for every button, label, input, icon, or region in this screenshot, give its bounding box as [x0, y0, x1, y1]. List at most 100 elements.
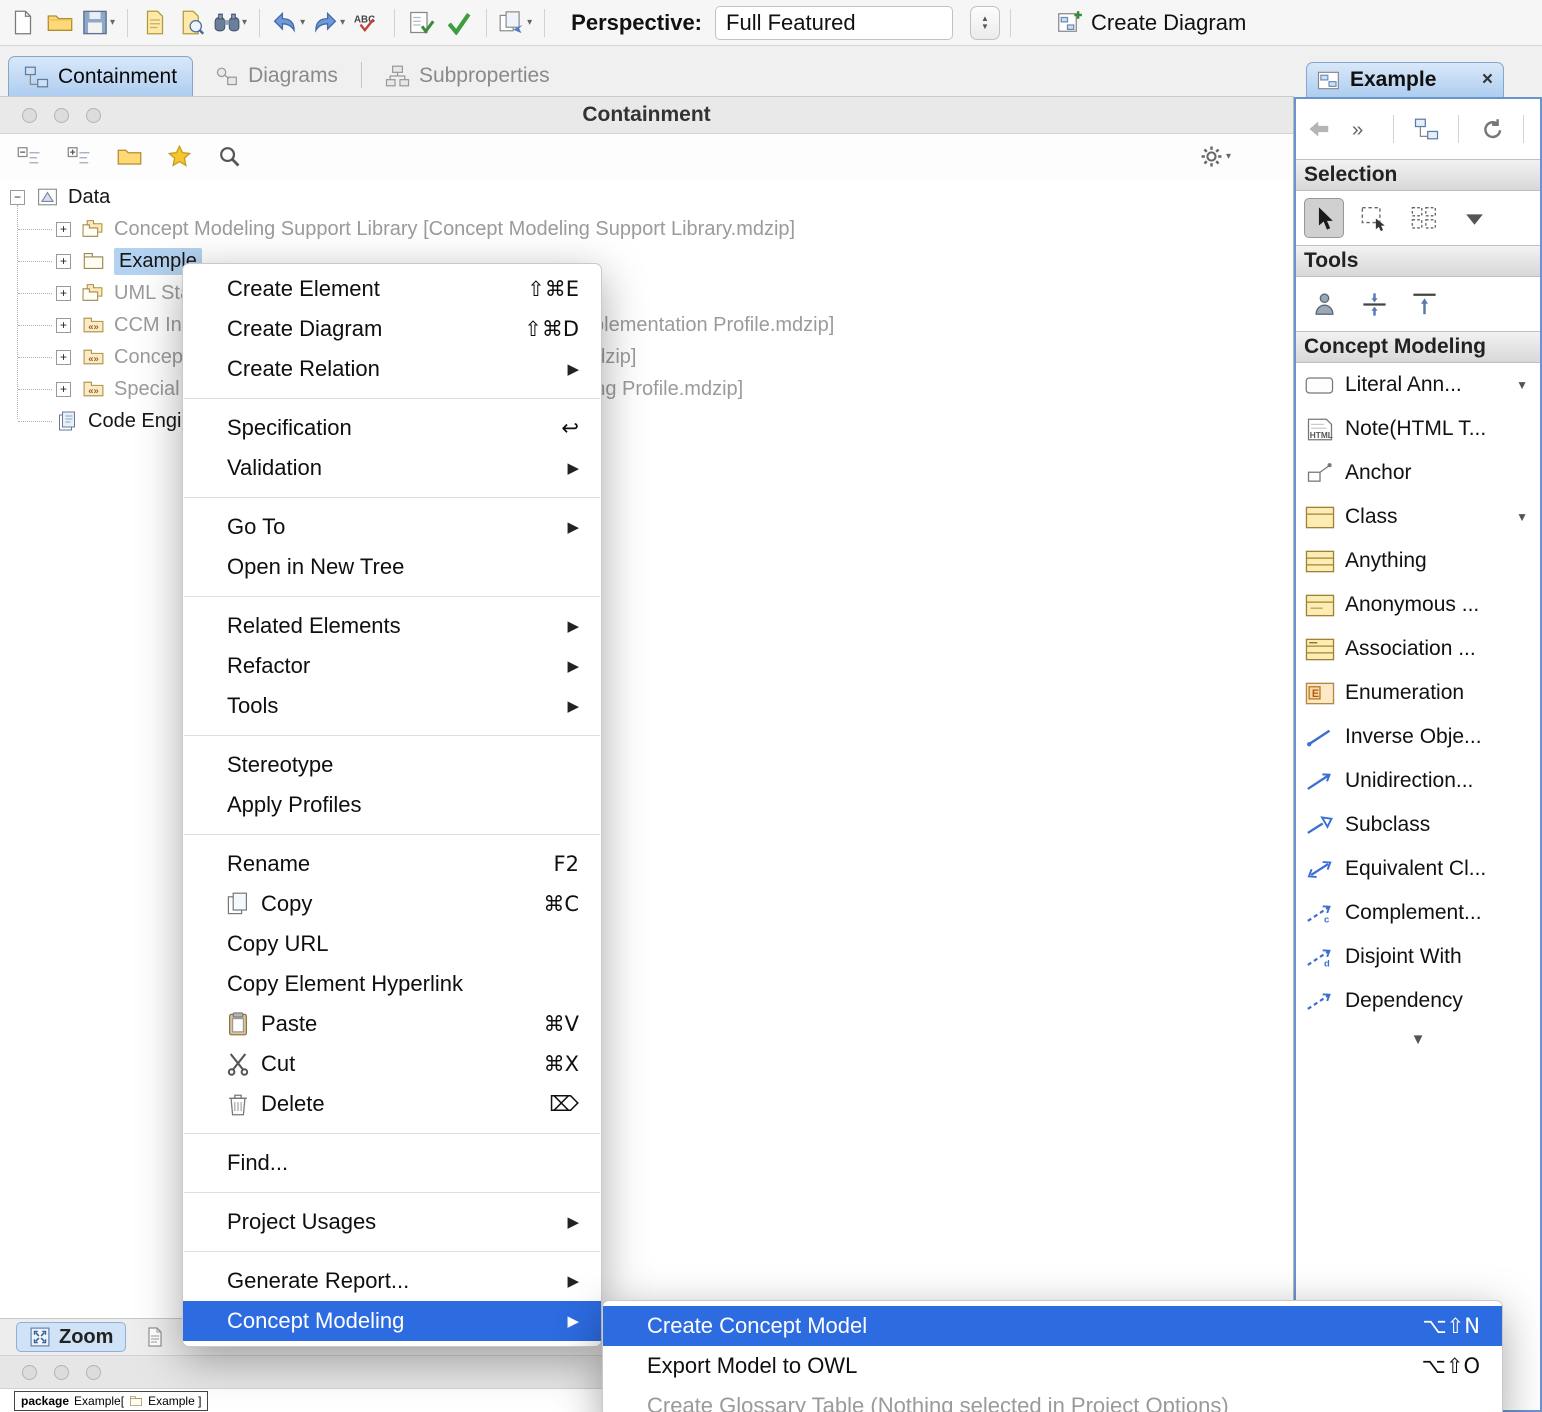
menu-item-validation[interactable]: Validation▶ — [183, 448, 601, 488]
collapse-toggle-icon[interactable]: − — [10, 190, 25, 205]
menu-item-create-glossary-table-nothing-selected-in-project-options[interactable]: Create Glossary Table (Nothing selected … — [603, 1386, 1502, 1412]
dropdown-arrow-icon[interactable]: ▼ — [1516, 378, 1531, 392]
menu-item-generate-report[interactable]: Generate Report...▶ — [183, 1261, 601, 1301]
palette-item-unidirection[interactable]: Unidirection... — [1296, 759, 1540, 803]
refresh-button[interactable] — [1474, 111, 1508, 147]
expand-toggle-icon[interactable]: + — [56, 318, 71, 333]
menu-item-create-concept-model[interactable]: Create Concept Model⌥⇧N — [603, 1306, 1502, 1346]
menu-item-rename[interactable]: RenameF2 — [183, 844, 601, 884]
menu-item-related-elements[interactable]: Related Elements▶ — [183, 606, 601, 646]
palette-scroll-more-icon[interactable]: ▼ — [1296, 1023, 1540, 1048]
tab-containment[interactable]: Containment — [8, 56, 193, 96]
dropdown-arrow-icon[interactable]: ▾ — [300, 17, 305, 28]
menu-item-create-diagram[interactable]: Create Diagram⇧⌘D — [183, 309, 601, 349]
tab-diagrams[interactable]: Diagrams — [199, 56, 353, 96]
palette-item-inverse-obje[interactable]: Inverse Obje... — [1296, 715, 1540, 759]
tab-subproperties[interactable]: Subproperties — [370, 56, 565, 96]
diagram-tab-example[interactable]: Example × — [1306, 62, 1504, 97]
close-window-button[interactable] — [22, 108, 37, 123]
menu-item-export-model-to-owl[interactable]: Export Model to OWL⌥⇧O — [603, 1346, 1502, 1386]
palette-item-disjoint-with[interactable]: dDisjoint With — [1296, 935, 1540, 979]
menu-item-paste[interactable]: Paste⌘V — [183, 1004, 601, 1044]
dropdown-arrow-icon[interactable]: ▾ — [527, 17, 532, 28]
new-file-button[interactable] — [6, 5, 40, 41]
select-cursor-button[interactable] — [1304, 198, 1344, 238]
menu-item-create-element[interactable]: Create Element⇧⌘E — [183, 269, 601, 309]
menu-item-project-usages[interactable]: Project Usages▶ — [183, 1202, 601, 1242]
find-in-doc-button[interactable] — [175, 5, 209, 41]
settings-gear-button[interactable]: ▾ — [1197, 138, 1233, 174]
favorites-star-button[interactable] — [162, 138, 196, 174]
structure-button[interactable] — [1409, 111, 1443, 147]
menu-item-cut[interactable]: Cut⌘X — [183, 1044, 601, 1084]
maximize-window-button[interactable] — [86, 1365, 101, 1380]
documentation-tab-button[interactable] — [138, 1319, 172, 1355]
menu-item-copy-url[interactable]: Copy URL — [183, 924, 601, 964]
undo-button[interactable]: ▾ — [270, 5, 307, 41]
dropdown-arrow-button[interactable] — [1454, 198, 1494, 238]
copy-diagram-button[interactable]: ▾ — [497, 5, 534, 41]
tree-item-concept-modeling-support-library[interactable]: +Concept Modeling Support Library [Conce… — [0, 213, 1293, 245]
dropdown-arrow-icon[interactable]: ▾ — [110, 17, 115, 28]
expand-tree-button[interactable] — [62, 138, 96, 174]
menu-item-delete[interactable]: Delete⌦ — [183, 1084, 601, 1124]
minimize-window-button[interactable] — [54, 1365, 69, 1380]
related-docs-button[interactable] — [138, 5, 172, 41]
palette-item-note-html-t[interactable]: HTMLNote(HTML T... — [1296, 407, 1540, 451]
menu-item-find[interactable]: Find... — [183, 1143, 601, 1183]
tree-item-data[interactable]: −Data — [0, 181, 1293, 213]
save-button[interactable]: ▾ — [80, 5, 117, 41]
palette-item-association[interactable]: Association ... — [1296, 627, 1540, 671]
open-project-button[interactable] — [43, 5, 77, 41]
back-button[interactable] — [1302, 111, 1336, 147]
redo-button[interactable]: ▾ — [310, 5, 347, 41]
perspective-stepper[interactable]: ▲▼ — [970, 6, 1000, 40]
close-window-button[interactable] — [22, 1365, 37, 1380]
align-middle-button[interactable] — [1354, 284, 1394, 324]
open-folder-button[interactable] — [112, 138, 146, 174]
menu-item-stereotype[interactable]: Stereotype — [183, 745, 601, 785]
tab-zoom[interactable]: Zoom — [16, 1322, 126, 1352]
create-diagram-button[interactable]: Create Diagram — [1055, 5, 1248, 41]
marquee-select-button[interactable] — [1354, 198, 1394, 238]
perspective-select[interactable]: Full Featured — [715, 6, 953, 40]
dropdown-arrow-icon[interactable]: ▾ — [340, 17, 345, 28]
expand-toggle-icon[interactable]: + — [56, 222, 71, 237]
forward-chevrons-button[interactable]: » — [1344, 111, 1378, 147]
palette-item-anchor[interactable]: Anchor — [1296, 451, 1540, 495]
menu-item-copy[interactable]: Copy⌘C — [183, 884, 601, 924]
menu-item-create-relation[interactable]: Create Relation▶ — [183, 349, 601, 389]
dropdown-arrow-icon[interactable]: ▼ — [1516, 510, 1531, 524]
minimize-window-button[interactable] — [54, 108, 69, 123]
check-syntax-button[interactable] — [405, 5, 439, 41]
find-button[interactable]: ▾ — [212, 5, 249, 41]
palette-item-class[interactable]: Class▼ — [1296, 495, 1540, 539]
menu-item-refactor[interactable]: Refactor▶ — [183, 646, 601, 686]
search-button[interactable] — [212, 138, 246, 174]
align-top-button[interactable] — [1404, 284, 1444, 324]
dropdown-arrow-icon[interactable]: ▾ — [242, 17, 247, 28]
palette-item-dependency[interactable]: Dependency — [1296, 979, 1540, 1023]
validate-button[interactable] — [442, 5, 476, 41]
palette-item-literal-ann[interactable]: Literal Ann...▼ — [1296, 363, 1540, 407]
dropdown-arrow-icon[interactable]: ▾ — [1226, 151, 1231, 162]
palette-item-complement[interactable]: cComplement... — [1296, 891, 1540, 935]
menu-item-go-to[interactable]: Go To▶ — [183, 507, 601, 547]
menu-item-apply-profiles[interactable]: Apply Profiles — [183, 785, 601, 825]
close-icon[interactable]: × — [1482, 69, 1493, 91]
collapse-tree-button[interactable] — [12, 138, 46, 174]
expand-toggle-icon[interactable]: + — [56, 350, 71, 365]
menu-item-specification[interactable]: Specification↩ — [183, 408, 601, 448]
menu-item-open-in-new-tree[interactable]: Open in New Tree — [183, 547, 601, 587]
maximize-window-button[interactable] — [86, 108, 101, 123]
multi-select-button[interactable] — [1404, 198, 1444, 238]
palette-item-equivalent-cl[interactable]: Equivalent Cl... — [1296, 847, 1540, 891]
expand-toggle-icon[interactable]: + — [56, 286, 71, 301]
palette-item-enumeration[interactable]: EEnumeration — [1296, 671, 1540, 715]
spell-check-button[interactable]: ABC — [350, 5, 384, 41]
menu-item-tools[interactable]: Tools▶ — [183, 686, 601, 726]
sticky-stamp-button[interactable] — [1304, 284, 1344, 324]
menu-item-copy-element-hyperlink[interactable]: Copy Element Hyperlink — [183, 964, 601, 1004]
expand-toggle-icon[interactable]: + — [56, 254, 71, 269]
expand-toggle-icon[interactable]: + — [56, 382, 71, 397]
